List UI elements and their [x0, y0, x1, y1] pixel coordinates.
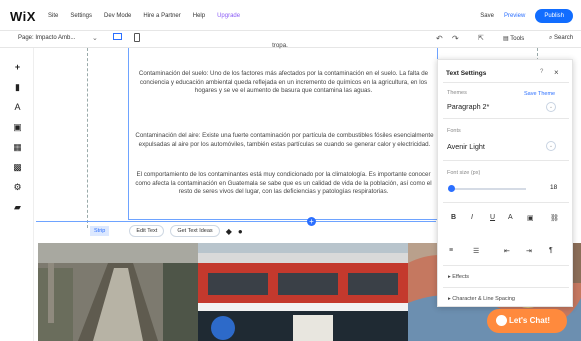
add-section-icon[interactable]: ▣ — [13, 123, 22, 132]
strip-label[interactable]: Strip — [90, 226, 110, 236]
themes-label: Themes — [447, 90, 467, 96]
animation-icon[interactable]: ◆ — [226, 227, 232, 236]
highlight-icon[interactable]: ▣ — [527, 214, 534, 222]
blog-icon[interactable]: ⚙ — [13, 183, 22, 192]
tools-button[interactable]: ▤ Tools — [503, 35, 524, 42]
underline-icon[interactable]: U — [490, 214, 495, 221]
effects-label: Effects — [452, 274, 470, 280]
undo-icon[interactable]: ↶ — [436, 34, 443, 43]
save-button[interactable]: Save — [480, 13, 494, 19]
menu-upgrade[interactable]: Upgrade — [217, 13, 240, 19]
publish-button[interactable]: Publish — [535, 9, 573, 23]
page-selector[interactable]: Page: Impacto Amb... — [18, 35, 75, 41]
link-icon[interactable]: ⛓ — [550, 214, 559, 222]
paragraph-soil[interactable]: Contaminación del suelo: Uno de los fact… — [131, 70, 436, 96]
mobile-view-icon[interactable] — [134, 33, 140, 42]
italic-icon[interactable]: I — [471, 214, 473, 221]
tools-label: Tools — [510, 36, 525, 42]
divider — [443, 118, 569, 119]
edit-text-button[interactable]: Edit Text — [129, 225, 165, 237]
menu-help[interactable]: Help — [193, 13, 205, 19]
align-icon[interactable]: ≡ — [449, 247, 453, 254]
apps-icon[interactable]: ▦ — [13, 143, 22, 152]
text-direction-icon[interactable]: ¶ — [549, 247, 553, 254]
font-size-label: Font size (px) — [447, 170, 481, 176]
wix-logo: WiX — [10, 9, 36, 24]
top-actions: Save Preview Publish — [480, 9, 573, 23]
font-size-slider-track[interactable] — [448, 188, 526, 190]
divider — [443, 202, 569, 203]
preview-button[interactable]: Preview — [504, 13, 525, 19]
save-theme-link[interactable]: Save Theme — [524, 91, 555, 97]
left-sidebar: + ▮ A ▣ ▦ ▩ ⚙ ▰ — [0, 48, 34, 341]
menu-settings[interactable]: Settings — [70, 13, 92, 19]
menu-dev-mode[interactable]: Dev Mode — [104, 13, 131, 19]
indent-left-icon[interactable]: ⇤ — [504, 247, 510, 255]
media-icon[interactable]: ▩ — [13, 163, 22, 172]
theme-chevron-icon[interactable]: ⌄ — [546, 102, 556, 112]
chat-bubble-icon — [496, 315, 507, 326]
divider — [443, 82, 569, 83]
divider — [443, 287, 569, 288]
help-icon[interactable]: ? — [540, 69, 543, 75]
element-action-bar: Strip Edit Text Get Text Ideas ◆ ● — [90, 222, 243, 240]
spacing-section[interactable]: ▸ Character & Line Spacing — [448, 296, 515, 302]
font-size-value[interactable]: 18 — [550, 184, 557, 191]
pages-icon[interactable]: ▮ — [13, 83, 22, 92]
polluted-river-photo — [38, 243, 198, 341]
spacing-label: Character & Line Spacing — [452, 296, 515, 302]
get-text-ideas-button[interactable]: Get Text Ideas — [170, 225, 220, 237]
zoom-icon[interactable]: ⇱ — [478, 34, 484, 42]
fonts-label: Fonts — [447, 128, 461, 134]
grid-guide-left — [87, 48, 88, 228]
bullets-icon[interactable]: ☰ — [473, 247, 479, 255]
design-icon[interactable]: A — [13, 103, 22, 112]
text-settings-panel: Text Settings ? × Themes Save Theme Para… — [437, 59, 573, 307]
help-circle-icon[interactable]: ● — [238, 227, 243, 236]
panel-title: Text Settings — [446, 70, 487, 77]
desktop-view-icon[interactable] — [113, 33, 122, 40]
close-icon[interactable]: × — [554, 68, 559, 77]
bus-photo — [198, 243, 408, 341]
text-color-icon[interactable]: A — [508, 214, 513, 221]
chevron-down-icon[interactable]: ⌄ — [92, 34, 98, 42]
top-menu: Site Settings Dev Mode Hire a Partner He… — [48, 13, 252, 19]
menu-hire-partner[interactable]: Hire a Partner — [143, 13, 180, 19]
font-chevron-icon[interactable]: ⌄ — [546, 141, 556, 151]
indent-right-icon[interactable]: ⇥ — [526, 247, 532, 255]
bold-icon[interactable]: B — [451, 214, 456, 221]
theme-dropdown[interactable]: Paragraph 2* — [447, 102, 489, 111]
paragraph-climate[interactable]: El comportamiento de los contaminantes e… — [131, 171, 436, 197]
text-fragment: tropa. — [272, 42, 288, 49]
store-icon[interactable]: ▰ — [13, 203, 22, 212]
font-size-slider-handle[interactable] — [448, 185, 455, 192]
divider — [443, 265, 569, 266]
effects-section[interactable]: ▸ Effects — [448, 274, 469, 280]
add-icon[interactable]: + — [13, 63, 22, 72]
search-button[interactable]: ⌕ Search — [549, 35, 573, 42]
search-label: Search — [554, 35, 574, 41]
top-toolbar: WiX Site Settings Dev Mode Hire a Partne… — [0, 0, 581, 31]
menu-site[interactable]: Site — [48, 13, 58, 19]
paragraph-air[interactable]: Contaminación del aire: Existe una fuert… — [133, 132, 436, 149]
font-dropdown[interactable]: Avenir Light — [447, 142, 485, 151]
divider — [443, 160, 569, 161]
redo-icon[interactable]: ↷ — [452, 34, 459, 43]
add-section-plus-icon[interactable]: + — [307, 217, 316, 226]
chat-label: Let's Chat! — [509, 316, 551, 325]
